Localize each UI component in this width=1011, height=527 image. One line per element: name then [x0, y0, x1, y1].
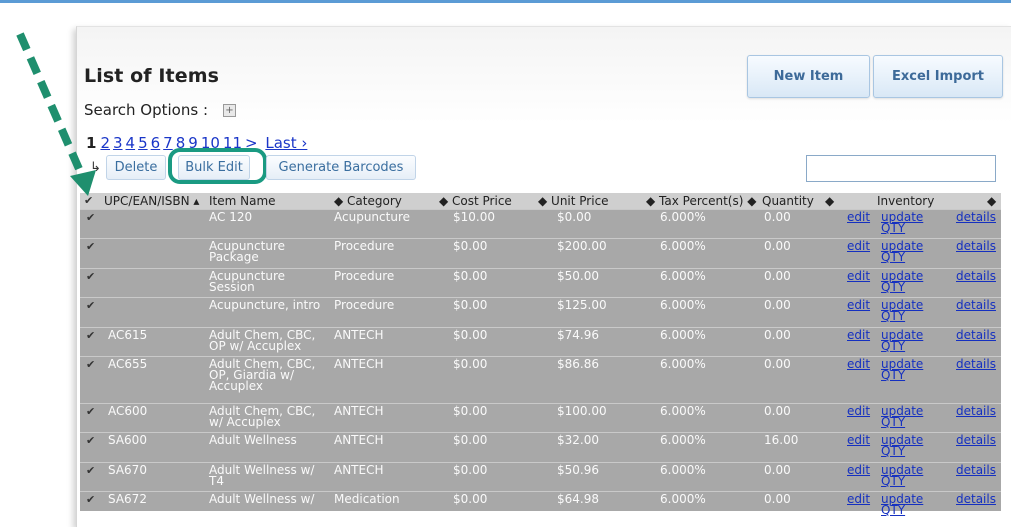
dashed-arrow-annotation: [16, 32, 96, 196]
arrow-head: [70, 170, 96, 196]
arrow-shaft: [16, 32, 87, 180]
